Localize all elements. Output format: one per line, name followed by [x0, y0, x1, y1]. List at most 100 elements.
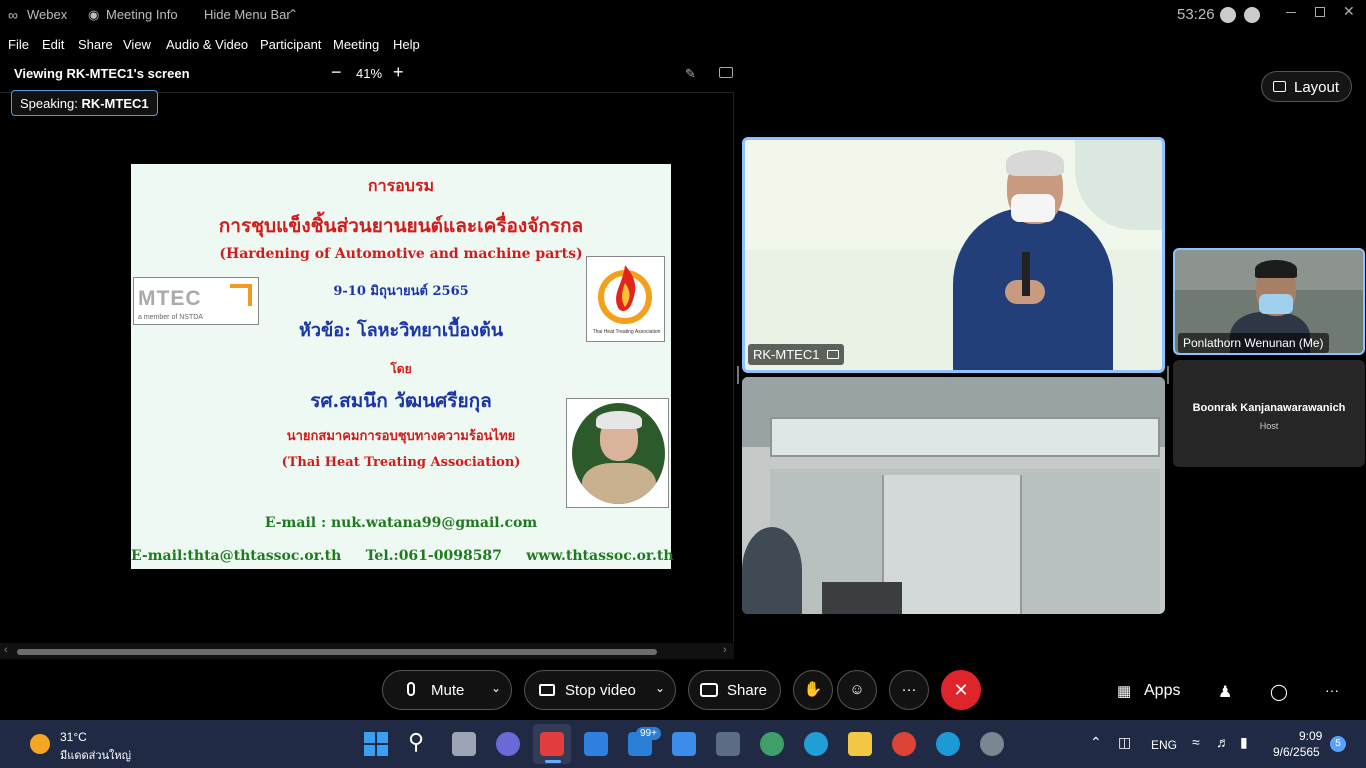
speaker-name: RK-MTEC1	[753, 347, 820, 362]
viewing-label: Viewing RK-MTEC1's screen	[14, 66, 190, 81]
portrait-photo	[572, 403, 665, 504]
layout-button[interactable]: Layout	[1261, 71, 1352, 102]
speaking-label: Speaking:	[20, 96, 78, 111]
slide-line-2: การชุบแข็งชิ้นส่วนยานยนต์และเครื่องจักรก…	[218, 215, 584, 237]
chat-icon[interactable]: ◯	[1270, 682, 1288, 702]
calculator-icon[interactable]	[716, 732, 740, 756]
slide-line-10: E-mail : nuk.watana99@gmail.com	[264, 515, 538, 531]
layout-label: Layout	[1294, 79, 1340, 96]
participants-icon[interactable]: ♟	[1218, 682, 1232, 702]
face-mask	[1011, 194, 1055, 222]
notification-badge[interactable]: 5	[1330, 736, 1346, 752]
globe-icon[interactable]	[760, 732, 784, 756]
zoom-in-button[interactable]: +	[393, 62, 404, 83]
pop-out-icon[interactable]	[719, 67, 733, 78]
scroll-thumb[interactable]	[17, 649, 657, 655]
menu-share[interactable]: Share	[78, 37, 113, 52]
self-name-tag: Ponlathorn Wenunan (Me)	[1178, 333, 1329, 353]
clock-date[interactable]: 9/6/2565	[1273, 745, 1320, 759]
reactions-button[interactable]: ☺	[837, 670, 877, 710]
slide-line-1: การอบรม	[367, 176, 435, 195]
calendar-icon[interactable]	[672, 732, 696, 756]
hide-menu-bar-button[interactable]: Hide Menu Bar	[204, 7, 291, 22]
slide-line-11: E-mail:thta@thtassoc.or.th Tel.:061-0098…	[131, 548, 674, 564]
task-view-icon[interactable]	[452, 732, 476, 756]
snip-tool-icon[interactable]	[540, 732, 564, 756]
video-tile-room[interactable]	[742, 377, 1165, 614]
splitter-handle-right[interactable]	[1167, 366, 1169, 384]
chevron-up-icon[interactable]: ⌃	[288, 7, 298, 21]
meeting-timer: 53:26	[1177, 6, 1215, 23]
volume-icon[interactable]: ♬	[1216, 734, 1230, 750]
menu-participant[interactable]: Participant	[260, 37, 321, 52]
mute-button[interactable]: Mute ⌄	[382, 670, 512, 710]
language-indicator[interactable]: ENG	[1151, 738, 1177, 752]
share-button[interactable]: Share	[688, 670, 781, 710]
wifi-icon[interactable]: ≈	[1192, 734, 1200, 750]
tta-logo-text: Thai Heat Treating Association	[592, 329, 661, 335]
raise-hand-button[interactable]: ✋	[793, 670, 833, 710]
weather-temp[interactable]: 31°C	[60, 730, 87, 744]
webex-logo-icon: ∞	[8, 7, 18, 23]
participant-tile-host[interactable]: Boonrak Kanjanawarawanich Host	[1173, 360, 1365, 467]
menu-audio-video[interactable]: Audio & Video	[166, 37, 248, 52]
slide-line-6: โดย	[390, 362, 412, 376]
splitter-handle-left[interactable]	[737, 366, 739, 384]
tta-logo: Thai Heat Treating Association	[586, 256, 665, 342]
weather-icon[interactable]	[30, 734, 50, 754]
video-chevron-down-icon[interactable]: ⌄	[655, 681, 665, 695]
menu-view[interactable]: View	[123, 37, 151, 52]
close-window-icon[interactable]: ✕	[1343, 3, 1355, 20]
notepad-icon[interactable]	[584, 732, 608, 756]
clock-time[interactable]: 9:09	[1299, 729, 1322, 743]
video-tile-self[interactable]: Ponlathorn Wenunan (Me)	[1173, 248, 1365, 355]
more-icon: ···	[901, 681, 917, 698]
apps-button[interactable]: Apps	[1144, 682, 1180, 700]
video-tile-active-speaker[interactable]: RK-MTEC1	[742, 137, 1165, 373]
webex-taskbar-icon[interactable]	[936, 732, 960, 756]
scroll-right-icon[interactable]: ›	[723, 644, 727, 656]
search-icon[interactable]: ⚲	[408, 729, 424, 755]
network-stats-icon[interactable]	[1244, 7, 1260, 23]
host-role: Host	[1259, 421, 1279, 431]
annotate-icon[interactable]: ✎	[685, 66, 696, 82]
file-explorer-icon[interactable]	[848, 732, 872, 756]
minimize-icon[interactable]	[1286, 12, 1296, 13]
more-options-button[interactable]: ···	[889, 670, 929, 710]
restore-icon[interactable]	[1315, 7, 1325, 17]
mtec-logo: MTEC a member of NSTDA	[133, 277, 259, 325]
tray-chevron-up-icon[interactable]: ⌃	[1090, 734, 1102, 751]
mtec-logo-subtext: a member of NSTDA	[138, 314, 203, 321]
settings-icon[interactable]	[980, 732, 1004, 756]
leave-meeting-button[interactable]: ✕	[941, 670, 981, 710]
apps-icon[interactable]: ▦	[1117, 682, 1131, 700]
mtec-arrow-icon	[230, 284, 252, 306]
active-app-indicator	[545, 760, 561, 763]
weather-desc[interactable]: มีแดดส่วนใหญ่	[60, 746, 131, 764]
close-icon: ✕	[953, 680, 969, 700]
scroll-left-icon[interactable]: ‹	[4, 644, 8, 656]
speaking-name: RK-MTEC1	[81, 96, 149, 111]
menu-file[interactable]: File	[8, 37, 29, 52]
meeting-info-button[interactable]: Meeting Info	[106, 7, 178, 22]
battery-icon[interactable]: ▮	[1240, 734, 1248, 751]
menu-help[interactable]: Help	[393, 37, 420, 52]
speaker-name-tag: RK-MTEC1	[748, 344, 845, 365]
chrome-icon[interactable]	[892, 732, 916, 756]
menu-meeting[interactable]: Meeting	[333, 37, 379, 52]
more-panels-icon[interactable]: ···	[1325, 682, 1339, 698]
stop-video-button[interactable]: Stop video ⌄	[524, 670, 676, 710]
record-icon[interactable]	[1220, 7, 1236, 23]
teams-chat-icon[interactable]	[496, 732, 520, 756]
zoom-out-button[interactable]: −	[331, 62, 342, 83]
host-name: Boonrak Kanjanawarawanich	[1192, 402, 1346, 414]
microphone-icon	[407, 682, 415, 696]
flame-icon	[598, 265, 652, 324]
edge-icon[interactable]	[804, 732, 828, 756]
menu-edit[interactable]: Edit	[42, 37, 64, 52]
tray-microphone-icon[interactable]: ◫	[1118, 734, 1131, 751]
mute-chevron-down-icon[interactable]: ⌄	[491, 681, 501, 695]
app-name: Webex	[27, 7, 68, 22]
windows-start-icon[interactable]	[364, 732, 388, 756]
layout-icon	[1273, 81, 1286, 92]
